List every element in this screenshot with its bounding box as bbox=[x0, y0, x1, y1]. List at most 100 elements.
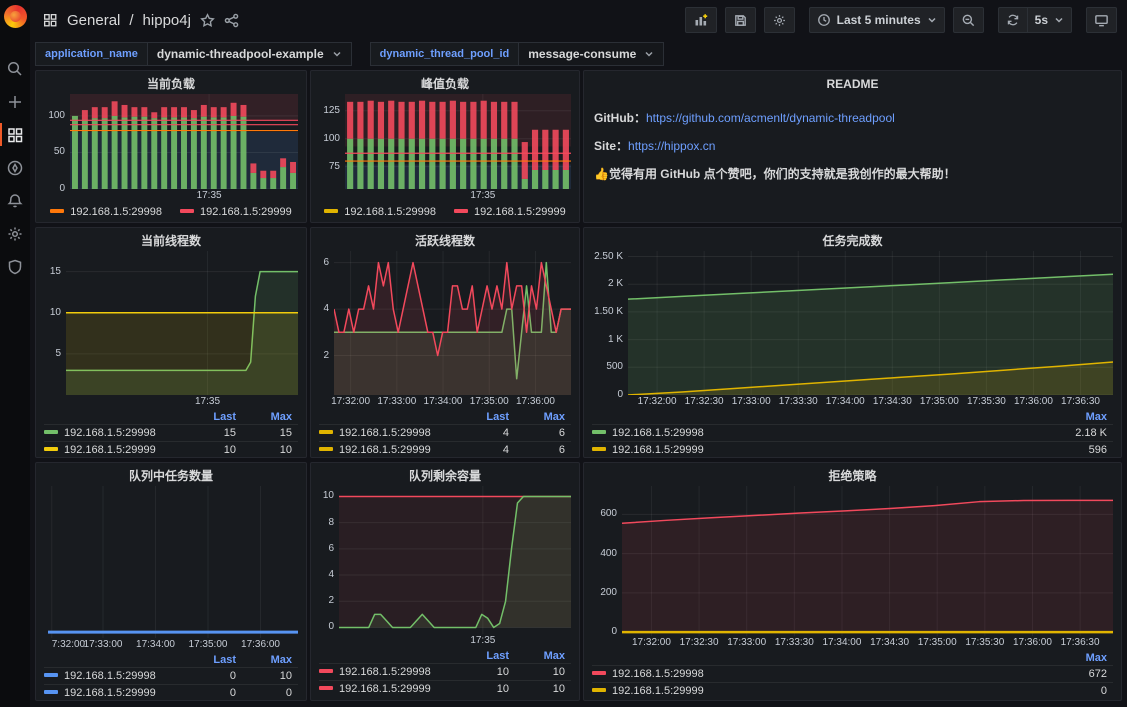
legend-swatch bbox=[44, 447, 58, 451]
x-axis: 17:35 bbox=[70, 189, 298, 203]
y-axis: 0246810 bbox=[319, 486, 339, 634]
legend-item[interactable]: 192.168.1.5:29999 bbox=[44, 444, 186, 456]
y-tick-label: 6 bbox=[323, 257, 329, 268]
legend-column-header[interactable]: Max bbox=[1057, 652, 1113, 664]
x-tick-label: 17:34:30 bbox=[870, 637, 909, 648]
variable-selected-value: dynamic-threadpool-example bbox=[157, 47, 324, 61]
legend-column-header[interactable]: Max bbox=[242, 654, 298, 666]
x-tick-label: 17:36:00 bbox=[516, 396, 555, 407]
legend-item[interactable]: 192.168.1.5:29998 bbox=[50, 206, 162, 218]
x-tick-label: 17:32:30 bbox=[680, 637, 719, 648]
legend-item[interactable]: 192.168.1.5:29998 bbox=[324, 206, 436, 218]
y-tick-label: 1.50 K bbox=[594, 306, 623, 317]
panel-title[interactable]: 当前负载 bbox=[44, 75, 298, 94]
share-icon[interactable] bbox=[224, 13, 239, 28]
y-tick-label: 500 bbox=[606, 361, 623, 372]
legend-column-header[interactable]: Last bbox=[459, 650, 515, 662]
legend-row: 192.168.1.5:29999596 bbox=[592, 441, 1113, 458]
sidebar-item-configuration[interactable] bbox=[0, 217, 30, 250]
panel-title[interactable]: 峰值负载 bbox=[319, 75, 571, 94]
legend-item[interactable]: 192.168.1.5:29999 bbox=[44, 687, 186, 699]
github-link[interactable]: https://github.com/acmenlt/dynamic-threa… bbox=[646, 111, 895, 125]
chart-plot: 05001 K1.50 K2 K2.50 K bbox=[592, 251, 1113, 395]
legend-column-header[interactable]: Max bbox=[515, 650, 571, 662]
refresh-button[interactable] bbox=[998, 7, 1027, 33]
legend-column-header[interactable]: Last bbox=[186, 411, 242, 423]
dashboard-settings-button[interactable] bbox=[764, 7, 795, 33]
variable-value-select[interactable]: dynamic-threadpool-example bbox=[148, 42, 352, 66]
chart-canvas[interactable] bbox=[339, 486, 571, 634]
chart-plot bbox=[44, 486, 298, 638]
site-link[interactable]: https://hippox.cn bbox=[628, 139, 715, 153]
panel-title[interactable]: README bbox=[592, 75, 1113, 94]
legend-column-header[interactable]: Max bbox=[242, 411, 298, 423]
y-tick-label: 75 bbox=[329, 161, 340, 172]
y-tick-label: 400 bbox=[600, 548, 617, 559]
variable-label: dynamic_thread_pool_id bbox=[370, 42, 520, 66]
cycle-view-mode-button[interactable] bbox=[1086, 7, 1117, 33]
breadcrumb-folder[interactable]: General bbox=[67, 12, 120, 29]
legend-header: LastMax bbox=[44, 409, 298, 424]
panel-title[interactable]: 队列中任务数量 bbox=[44, 467, 298, 486]
legend-column-header[interactable]: Last bbox=[186, 654, 242, 666]
legend-row: 192.168.1.5:299981515 bbox=[44, 424, 298, 441]
sidebar-item-server-admin[interactable] bbox=[0, 250, 30, 283]
save-dashboard-button[interactable] bbox=[725, 7, 756, 33]
refresh-interval-select[interactable]: 5s bbox=[1027, 7, 1072, 33]
site-label: Site： bbox=[594, 139, 628, 153]
legend-header: Max bbox=[592, 650, 1113, 665]
time-range-picker[interactable]: Last 5 minutes bbox=[809, 7, 945, 33]
legend-value: 0 bbox=[242, 687, 298, 699]
legend-item[interactable]: 192.168.1.5:29998 bbox=[44, 670, 186, 682]
chevron-down-icon bbox=[644, 49, 654, 59]
legend-item[interactable]: 192.168.1.5:29999 bbox=[592, 444, 1057, 456]
legend-item[interactable]: 192.168.1.5:29998 bbox=[44, 427, 186, 439]
sidebar-item-search[interactable] bbox=[0, 52, 30, 85]
legend-item[interactable]: 192.168.1.5:29999 bbox=[319, 444, 459, 456]
sidebar-item-create[interactable] bbox=[0, 85, 30, 118]
legend-item[interactable]: 192.168.1.5:29998 bbox=[592, 668, 1057, 680]
legend-item[interactable]: 192.168.1.5:29999 bbox=[592, 685, 1057, 697]
chart-canvas[interactable] bbox=[70, 94, 298, 189]
legend-column-header[interactable]: Max bbox=[1057, 411, 1113, 423]
y-tick-label: 600 bbox=[600, 508, 617, 519]
panel-title[interactable]: 拒绝策略 bbox=[592, 467, 1113, 486]
legend-column-header[interactable]: Max bbox=[515, 411, 571, 423]
panel-title[interactable]: 活跃线程数 bbox=[319, 232, 571, 251]
legend-item[interactable]: 192.168.1.5:29998 bbox=[592, 427, 1057, 439]
star-icon[interactable] bbox=[200, 13, 215, 28]
x-axis: 17:32:0017:32:3017:33:0017:33:3017:34:00… bbox=[628, 395, 1113, 409]
variable-value-select[interactable]: message-consume bbox=[519, 42, 664, 66]
legend-item[interactable]: 192.168.1.5:29999 bbox=[319, 683, 459, 695]
panel-title[interactable]: 队列剩余容量 bbox=[319, 467, 571, 486]
x-tick-label: 17:35:30 bbox=[967, 396, 1006, 407]
legend-item[interactable]: 192.168.1.5:29998 bbox=[319, 666, 459, 678]
sidebar-item-alerting[interactable] bbox=[0, 184, 30, 217]
grafana-dashboard: { "header": { "folder": "General", "sepa… bbox=[0, 0, 1127, 707]
legend-swatch bbox=[454, 209, 468, 213]
chart-canvas[interactable] bbox=[345, 94, 571, 189]
legend-column-header[interactable]: Last bbox=[459, 411, 515, 423]
chart-canvas[interactable] bbox=[334, 251, 571, 395]
sidebar-item-explore[interactable] bbox=[0, 151, 30, 184]
chart-canvas[interactable] bbox=[66, 251, 298, 395]
legend-item[interactable]: 192.168.1.5:29999 bbox=[454, 206, 566, 218]
chart-canvas[interactable] bbox=[48, 486, 298, 638]
y-tick-label: 125 bbox=[323, 105, 340, 116]
x-tick-label: 17:35:00 bbox=[920, 396, 959, 407]
panel-title[interactable]: 当前线程数 bbox=[44, 232, 298, 251]
panel-title[interactable]: 任务完成数 bbox=[592, 232, 1113, 251]
zoom-out-button[interactable] bbox=[953, 7, 984, 33]
chart-canvas[interactable] bbox=[628, 251, 1113, 395]
clock-icon bbox=[817, 13, 831, 27]
legend-item[interactable]: 192.168.1.5:29998 bbox=[319, 427, 459, 439]
chart-canvas[interactable] bbox=[622, 486, 1113, 636]
chart-plot: 0246810 bbox=[319, 486, 571, 634]
legend-swatch bbox=[592, 688, 606, 692]
x-tick-label: 17:35 bbox=[197, 190, 222, 201]
grafana-logo[interactable] bbox=[4, 5, 27, 28]
legend-item[interactable]: 192.168.1.5:29999 bbox=[180, 206, 292, 218]
add-panel-button[interactable] bbox=[685, 7, 717, 33]
sidebar-item-dashboards[interactable] bbox=[0, 118, 30, 151]
breadcrumb-dashboard-name[interactable]: hippo4j bbox=[143, 12, 191, 29]
